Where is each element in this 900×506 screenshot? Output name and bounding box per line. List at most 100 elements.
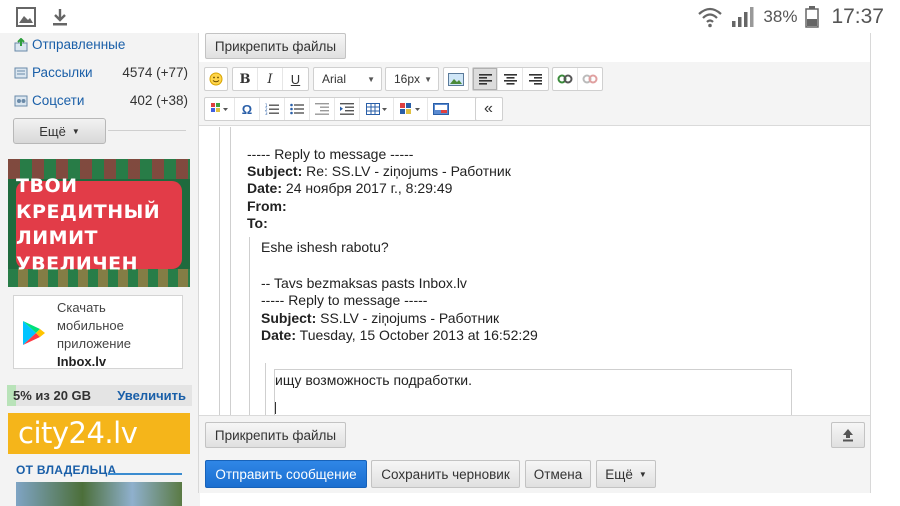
quoted-subject-line: Subject: SS.LV - ziņojums - Работник <box>261 310 499 326</box>
insert-link-button[interactable] <box>553 68 578 90</box>
bullet-list-icon <box>290 103 304 115</box>
compose-actions: Прикрепить файлы Отправить сообщение Сох… <box>199 415 870 493</box>
indent-icon <box>340 103 354 115</box>
remove-link-button[interactable] <box>578 68 602 90</box>
to-line: To: <box>247 215 268 231</box>
unordered-list-button[interactable] <box>285 98 310 120</box>
emoji-button[interactable] <box>205 68 227 90</box>
link-group <box>552 67 603 91</box>
format-group: Ω 123 <box>204 97 503 121</box>
credit-ad-banner[interactable]: ТВОИ КРЕДИТНЫЙ ЛИМИТ УВЕЛИЧЕН <box>8 159 190 287</box>
font-family-select[interactable]: Arial ▼ <box>313 67 382 91</box>
editor-toolbar: B I U Arial ▼ 16px ▼ Ω 1 2 3 « <box>199 62 870 126</box>
ordered-list-button[interactable]: 123 <box>260 98 285 120</box>
compose-more-button[interactable]: Ещё ▼ <box>596 460 656 488</box>
date-label: Date: <box>247 180 283 196</box>
caret-down-icon: ▼ <box>424 74 432 84</box>
upload-button[interactable] <box>831 422 865 448</box>
mobile-app-promo[interactable]: Скачать мобильное приложение Inbox.lv <box>13 295 183 369</box>
special-char-button[interactable]: Ω <box>235 98 260 120</box>
increase-quota-link[interactable]: Увеличить <box>117 388 186 403</box>
text-color-button[interactable] <box>205 98 235 120</box>
align-right-button[interactable] <box>523 68 548 90</box>
quoted-date-line: Date: Tuesday, 15 October 2013 at 16:52:… <box>261 327 538 343</box>
quoted-signature: -- Tavs bezmaksas pasts Inbox.lv <box>261 275 467 291</box>
upload-icon <box>843 429 853 442</box>
quoted-question: Eshe ishesh rabotu? <box>261 239 389 255</box>
quoted-date-value: Tuesday, 15 October 2013 at 16:52:29 <box>299 327 538 343</box>
cancel-button[interactable]: Отмена <box>525 460 591 488</box>
outdent-button[interactable] <box>310 98 335 120</box>
ad-decoration-bottom <box>8 269 190 287</box>
attach-files-button-bottom[interactable]: Прикрепить файлы <box>205 422 346 448</box>
sidebar-more-button[interactable]: Ещё ▼ <box>13 118 106 144</box>
date-line: Date: 24 ноября 2017 г., 8:29:49 <box>247 180 452 196</box>
caret-down-icon: ▼ <box>638 469 647 479</box>
from-label: From: <box>247 198 287 214</box>
insert-image-button[interactable] <box>444 68 468 90</box>
omega-icon: Ω <box>241 101 253 117</box>
app-promo-text: Скачать мобильное приложение Inbox.lv <box>57 299 131 371</box>
to-label: To: <box>247 215 268 231</box>
app-promo-line1: Скачать <box>57 300 106 315</box>
highlight-button[interactable] <box>394 98 428 120</box>
image-icon <box>448 72 464 86</box>
sidebar-item-social[interactable]: Соцсети 402 (+38) <box>14 93 188 108</box>
align-left-button[interactable] <box>473 68 498 90</box>
sidebar-item-sent[interactable]: Отправленные <box>14 37 188 52</box>
quoted-subject-value: SS.LV - ziņojums - Работник <box>320 310 500 326</box>
quote-level-1: ----- Reply to message ----- Subject: Re… <box>219 127 870 415</box>
city24-ad[interactable]: city24.lv <box>8 413 190 454</box>
sent-folder-icon <box>14 37 28 51</box>
signal-icon <box>732 6 754 27</box>
folder-count: 402 (+38) <box>129 93 188 108</box>
collapse-toolbar-button[interactable]: « <box>476 98 501 120</box>
compose-panel: Прикрепить файлы B I U Arial ▼ 16px ▼ Ω … <box>198 33 871 493</box>
newsletter-folder-icon <box>14 67 28 78</box>
folder-count: 4574 (+77) <box>122 65 188 80</box>
font-size-select[interactable]: 16px ▼ <box>385 67 439 91</box>
highlight-icon <box>399 103 420 114</box>
table-icon <box>365 103 387 115</box>
date-value: 24 ноября 2017 г., 8:29:49 <box>285 180 453 196</box>
app-promo-line4: Inbox.lv <box>57 354 107 369</box>
owner-divider <box>108 473 182 475</box>
subject-line: Subject: Re: SS.LV - ziņojums - Работник <box>247 163 511 179</box>
social-folder-icon <box>14 95 28 106</box>
smiley-icon <box>209 72 223 86</box>
attach-files-button-top[interactable]: Прикрепить файлы <box>205 33 346 59</box>
subject-value: Re: SS.LV - ziņojums - Работник <box>306 163 511 179</box>
status-bar: 38% 17:37 <box>0 0 900 33</box>
more-button-label: Ещё <box>39 123 66 139</box>
emoji-group <box>204 67 228 91</box>
battery-icon <box>805 5 820 28</box>
app-promo-line2: мобильное <box>57 318 124 333</box>
owner-photo[interactable] <box>16 482 182 506</box>
sidebar-item-newsletters[interactable]: Рассылки 4574 (+77) <box>14 65 188 80</box>
unlink-icon <box>582 74 598 84</box>
bold-icon: B <box>239 71 251 87</box>
bold-button[interactable]: B <box>233 68 258 90</box>
ad-headline-line1: ТВОИ КРЕДИТНЫЙ <box>16 175 161 223</box>
original-message-text: ищу возможность подработки. <box>275 372 472 388</box>
align-center-button[interactable] <box>498 68 523 90</box>
message-editor[interactable]: ----- Reply to message ----- Subject: Re… <box>199 127 870 415</box>
send-message-button[interactable]: Отправить сообщение <box>205 460 367 488</box>
double-chevron-left-icon: « <box>484 100 493 117</box>
quoted-reply-header: ----- Reply to message ----- <box>261 292 428 308</box>
gallery-icon <box>16 6 36 27</box>
google-play-icon <box>23 321 45 345</box>
underline-button[interactable]: U <box>283 68 308 90</box>
indent-button[interactable] <box>335 98 360 120</box>
italic-button[interactable]: I <box>258 68 283 90</box>
divider <box>108 130 186 131</box>
clock: 17:37 <box>831 4 884 28</box>
insert-table-button[interactable] <box>360 98 394 120</box>
more-label: Ещё <box>605 466 633 482</box>
collapse-group: « <box>475 97 503 121</box>
insert-media-button[interactable] <box>428 98 453 120</box>
font-size-value: 16px <box>394 72 421 86</box>
caret-down-icon: ▼ <box>367 74 375 84</box>
save-draft-button[interactable]: Сохранить черновик <box>371 460 520 488</box>
from-line: From: <box>247 198 287 214</box>
